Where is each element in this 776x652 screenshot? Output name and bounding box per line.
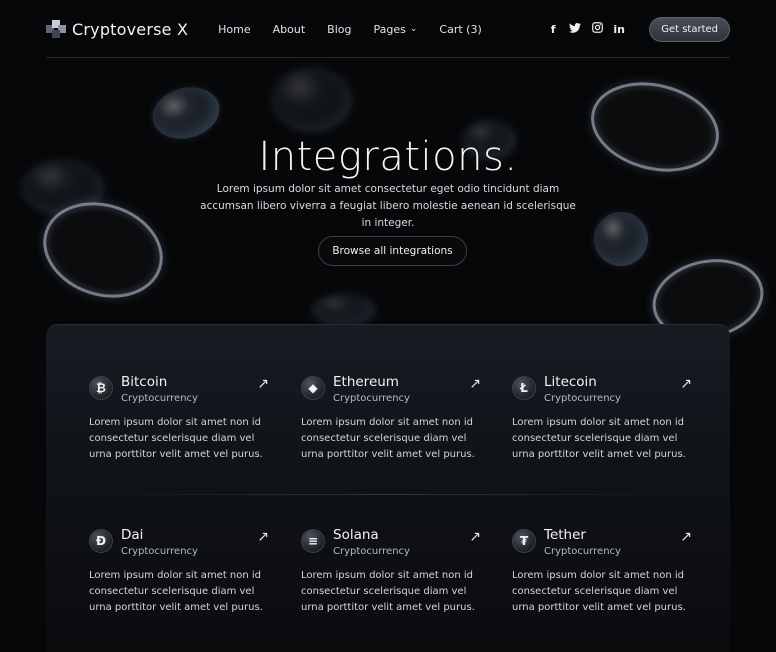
nav-divider <box>46 57 730 58</box>
card-titles: Dai Cryptocurrency <box>121 527 198 557</box>
facebook-icon[interactable]: f <box>547 23 559 36</box>
cube-logo-icon <box>46 20 66 38</box>
integration-description: Lorem ipsum dolor sit amet non id consec… <box>512 570 686 613</box>
integration-description: Lorem ipsum dolor sit amet non id consec… <box>512 417 686 460</box>
card-titles: Tether Cryptocurrency <box>544 527 621 557</box>
nav-link-about[interactable]: About <box>273 23 306 36</box>
integration-name: Litecoin <box>544 374 597 390</box>
integration-card-solana[interactable]: ≡ Solana Cryptocurrency ↗ Lorem ipsum do… <box>301 527 481 616</box>
card-titles: Solana Cryptocurrency <box>333 527 410 557</box>
integration-name: Tether <box>544 527 586 543</box>
twitter-icon[interactable] <box>569 22 582 36</box>
social-links: f in Get started <box>547 16 730 42</box>
nav-link-label: Pages <box>373 22 406 36</box>
integration-card-litecoin[interactable]: Ł Litecoin Cryptocurrency ↗ Lorem ipsum … <box>512 374 692 463</box>
integration-category: Cryptocurrency <box>121 393 198 404</box>
arrow-up-right-icon[interactable]: ↗ <box>469 529 481 545</box>
integration-name: Dai <box>121 527 144 543</box>
bitcoin-icon: ₿ <box>89 376 113 400</box>
integration-card-tether[interactable]: ₮ Tether Cryptocurrency ↗ Lorem ipsum do… <box>512 527 692 616</box>
card-header: Đ Dai Cryptocurrency ↗ <box>89 527 269 559</box>
brand-logo-link[interactable]: Cryptoverse X <box>46 20 188 39</box>
card-header: Ł Litecoin Cryptocurrency ↗ <box>512 374 692 406</box>
row-divider <box>86 494 690 495</box>
dai-icon: Đ <box>89 529 113 553</box>
page-title: Integrations. <box>258 134 518 180</box>
nav-link-cart[interactable]: Cart (3) <box>439 23 481 36</box>
integration-card-bitcoin[interactable]: ₿ Bitcoin Cryptocurrency ↗ Lorem ipsum d… <box>89 374 269 463</box>
integration-category: Cryptocurrency <box>333 393 410 404</box>
get-started-button[interactable]: Get started <box>649 16 730 42</box>
arrow-up-right-icon[interactable]: ↗ <box>257 529 269 545</box>
main-menu: Home About Blog Pages ⌄ Cart (3) <box>218 23 482 36</box>
integration-description: Lorem ipsum dolor sit amet non id consec… <box>301 570 475 613</box>
glass-bubble-decoration <box>312 294 376 326</box>
nav-link-home[interactable]: Home <box>218 23 250 36</box>
integrations-page: Cryptoverse X Home About Blog Pages ⌄ Ca… <box>0 0 776 652</box>
litecoin-icon: Ł <box>512 376 536 400</box>
browse-integrations-button[interactable]: Browse all integrations <box>318 236 467 266</box>
chevron-down-icon: ⌄ <box>409 24 418 34</box>
integration-card-ethereum[interactable]: ◆ Ethereum Cryptocurrency ↗ Lorem ipsum … <box>301 374 481 463</box>
card-titles: Ethereum Cryptocurrency <box>333 374 410 404</box>
glass-bubble-decoration <box>594 212 648 266</box>
card-titles: Litecoin Cryptocurrency <box>544 374 621 404</box>
arrow-up-right-icon[interactable]: ↗ <box>469 376 481 392</box>
linkedin-icon[interactable]: in <box>613 23 625 36</box>
integration-name: Bitcoin <box>121 374 168 390</box>
solana-icon: ≡ <box>301 529 325 553</box>
integration-category: Cryptocurrency <box>544 393 621 404</box>
nav-link-label: About <box>272 22 306 36</box>
integration-category: Cryptocurrency <box>333 546 410 557</box>
integration-category: Cryptocurrency <box>544 546 621 557</box>
nav-link-blog[interactable]: Blog <box>327 23 351 36</box>
integration-description: Lorem ipsum dolor sit amet non id consec… <box>89 417 263 460</box>
nav-link-pages-dropdown[interactable]: Pages ⌄ <box>374 23 418 36</box>
card-titles: Bitcoin Cryptocurrency <box>121 374 198 404</box>
integration-category: Cryptocurrency <box>121 546 198 557</box>
arrow-up-right-icon[interactable]: ↗ <box>680 376 692 392</box>
nav-link-label: Cart (3) <box>439 22 482 36</box>
integration-name: Ethereum <box>333 374 399 390</box>
ethereum-icon: ◆ <box>301 376 325 400</box>
arrow-up-right-icon[interactable]: ↗ <box>257 376 269 392</box>
hero-description: Lorem ipsum dolor sit amet consectetur e… <box>200 183 576 229</box>
brand-name: Cryptoverse X <box>72 19 189 39</box>
tether-icon: ₮ <box>512 529 536 553</box>
integration-name: Solana <box>333 527 379 543</box>
glass-ring-decoration <box>30 187 176 313</box>
instagram-icon[interactable] <box>591 22 603 36</box>
integration-description: Lorem ipsum dolor sit amet non id consec… <box>89 570 263 613</box>
nav-link-label: Blog <box>327 22 352 36</box>
top-navigation: Cryptoverse X Home About Blog Pages ⌄ Ca… <box>46 14 730 44</box>
card-header: ≡ Solana Cryptocurrency ↗ <box>301 527 481 559</box>
card-header: ₿ Bitcoin Cryptocurrency ↗ <box>89 374 269 406</box>
integration-card-dai[interactable]: Đ Dai Cryptocurrency ↗ Lorem ipsum dolor… <box>89 527 269 616</box>
arrow-up-right-icon[interactable]: ↗ <box>680 529 692 545</box>
card-header: ◆ Ethereum Cryptocurrency ↗ <box>301 374 481 406</box>
card-header: ₮ Tether Cryptocurrency ↗ <box>512 527 692 559</box>
nav-link-label: Home <box>218 22 251 36</box>
integration-description: Lorem ipsum dolor sit amet non id consec… <box>301 417 475 460</box>
glass-bubble-decoration <box>272 68 352 132</box>
